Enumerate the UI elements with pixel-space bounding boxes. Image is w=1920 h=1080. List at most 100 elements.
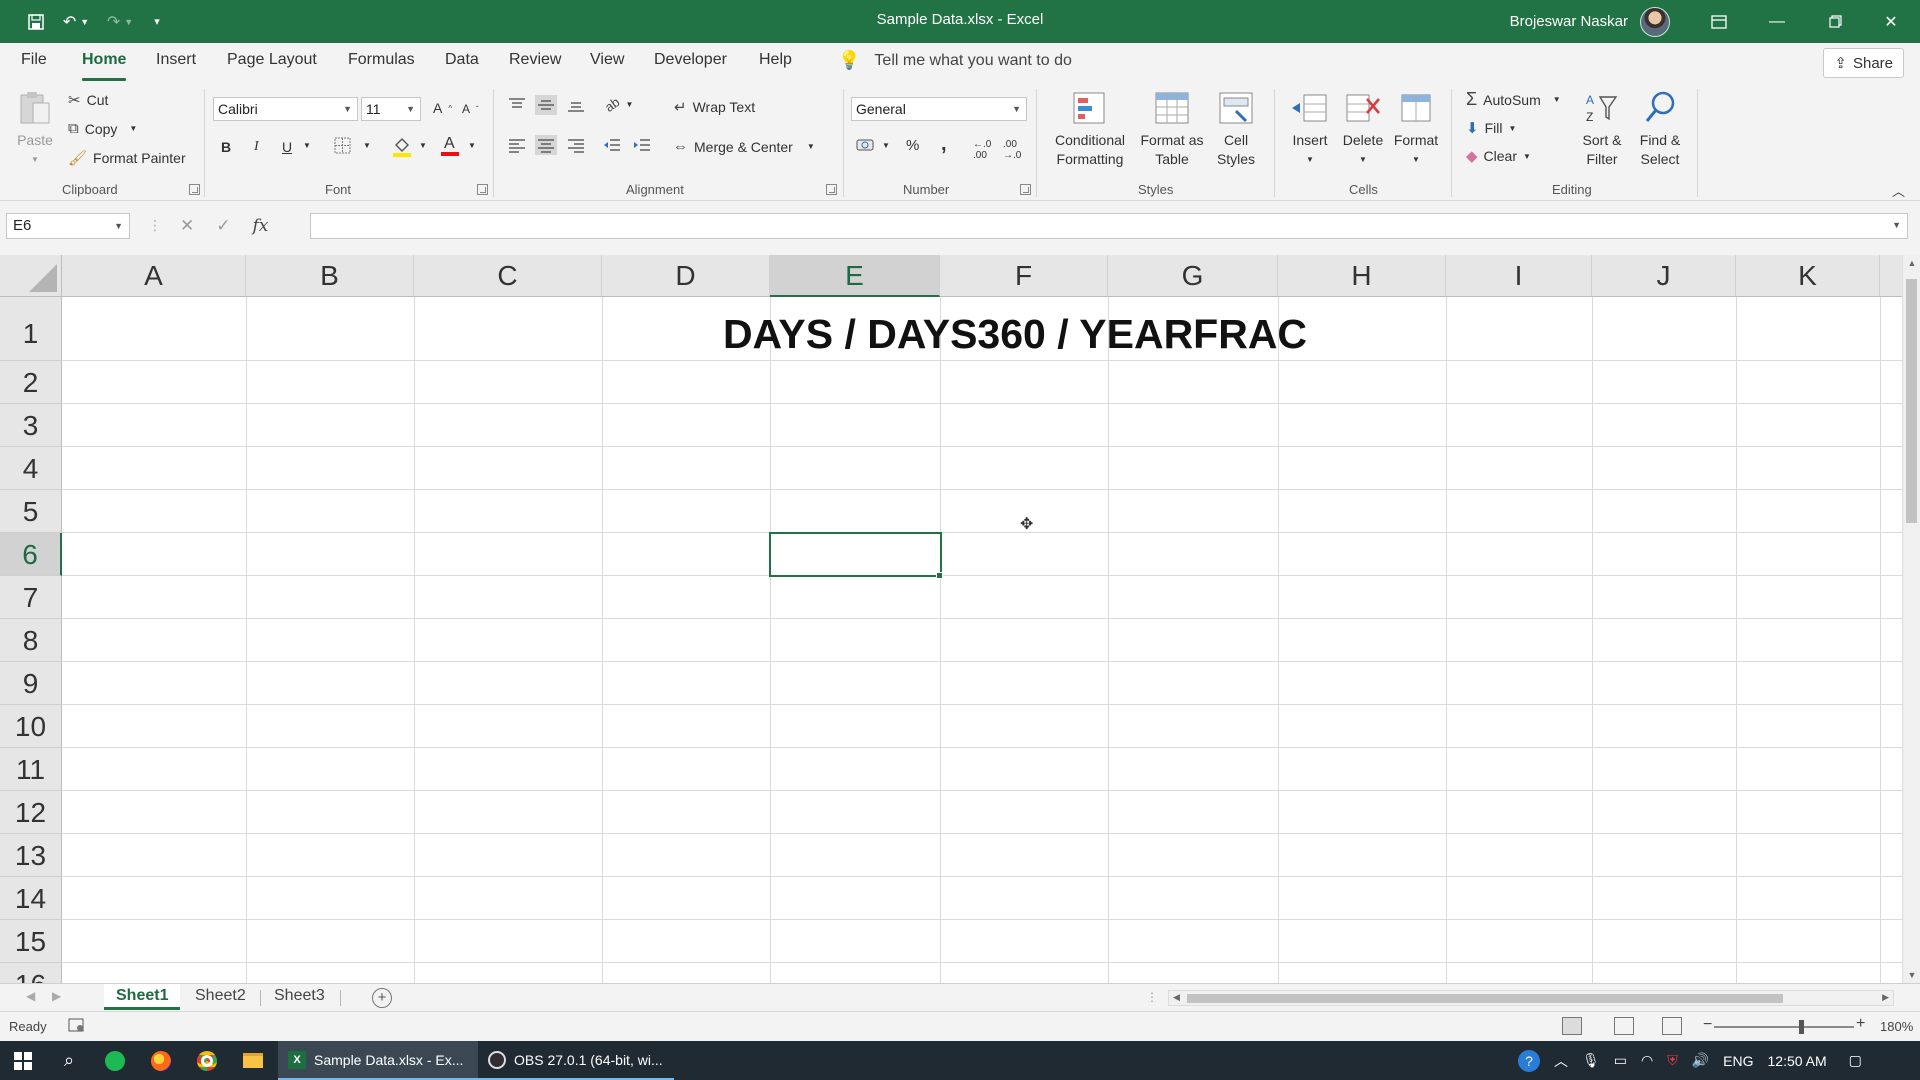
clipboard-launcher-icon[interactable]: [189, 184, 200, 195]
wifi-icon[interactable]: ◠: [1641, 1052, 1653, 1069]
increase-font-size-icon[interactable]: A ^: [433, 100, 452, 116]
prev-sheet-icon[interactable]: ◀: [26, 989, 35, 1003]
next-sheet-icon[interactable]: ▶: [52, 989, 61, 1003]
font-size-dropdown[interactable]: 11 ▼: [361, 97, 421, 121]
delete-cells-button[interactable]: Delete ▼: [1340, 89, 1386, 169]
chrome-icon[interactable]: [184, 1041, 230, 1080]
sheet-tab[interactable]: Sheet1: [104, 984, 181, 1010]
microphone-icon[interactable]: 🎙: [1582, 1052, 1600, 1069]
row-header[interactable]: 8: [0, 619, 62, 662]
select-all-button[interactable]: [0, 255, 62, 297]
conditional-formatting-button[interactable]: Conditional Formatting: [1044, 89, 1136, 169]
undo-icon[interactable]: ↶ ▼: [54, 0, 98, 43]
orientation-icon[interactable]: ab ▼: [602, 94, 633, 115]
scroll-down-icon[interactable]: ▼: [1903, 970, 1920, 980]
tab-developer[interactable]: Developer: [654, 51, 727, 77]
fill-color-icon[interactable]: [392, 135, 412, 157]
row-header[interactable]: 16: [0, 963, 62, 983]
collapse-ribbon-icon[interactable]: ︿: [1892, 181, 1905, 200]
tab-insert[interactable]: Insert: [156, 51, 196, 77]
restore-icon[interactable]: [1806, 0, 1864, 43]
font-launcher-icon[interactable]: [477, 184, 488, 195]
search-icon[interactable]: ⌕: [46, 1041, 92, 1080]
windows-start-icon[interactable]: [0, 1041, 46, 1080]
file-explorer-icon[interactable]: [230, 1041, 276, 1080]
row-header[interactable]: 12: [0, 791, 62, 834]
customize-quick-access-icon[interactable]: ▾: [142, 0, 172, 43]
row-header[interactable]: 2: [0, 361, 62, 404]
help-icon[interactable]: ?: [1518, 1049, 1540, 1072]
vertical-scrollbar[interactable]: ▲ ▼: [1902, 255, 1920, 983]
align-right-icon[interactable]: [567, 137, 585, 153]
zoom-slider-knob[interactable]: [1799, 1020, 1804, 1034]
column-header[interactable]: J: [1592, 255, 1736, 297]
row-header[interactable]: 4: [0, 447, 62, 490]
bold-button[interactable]: B: [221, 139, 231, 155]
scroll-thumb[interactable]: [1906, 279, 1917, 523]
ribbon-display-options-icon[interactable]: [1690, 0, 1748, 43]
share-button[interactable]: ⇪ Share: [1823, 48, 1904, 78]
row-header[interactable]: 15: [0, 920, 62, 963]
underline-button[interactable]: U: [282, 139, 292, 155]
enter-entry-button[interactable]: ✓: [216, 216, 230, 236]
firefox-icon[interactable]: [138, 1041, 184, 1080]
active-cell[interactable]: [769, 532, 942, 577]
tab-help[interactable]: Help: [759, 51, 792, 77]
column-header[interactable]: A: [62, 255, 246, 297]
macro-recording-icon[interactable]: [68, 1017, 86, 1036]
shield-icon[interactable]: ⛨: [1667, 1052, 1678, 1069]
tab-home[interactable]: Home: [82, 51, 127, 81]
spreadsheet-grid[interactable]: A B C D E F G H I J K 1 2 3 4 5 6 7 8 9 …: [0, 255, 1902, 983]
format-cells-button[interactable]: Format ▼: [1390, 89, 1442, 169]
percent-style-button[interactable]: %: [906, 137, 919, 154]
scroll-thumb[interactable]: [1187, 994, 1783, 1003]
sort-filter-button[interactable]: AZ Sort & Filter: [1576, 89, 1628, 169]
fill-handle[interactable]: [936, 572, 943, 579]
row-header[interactable]: 3: [0, 404, 62, 447]
autosum-button[interactable]: Σ AutoSum ▼: [1466, 89, 1561, 110]
number-launcher-icon[interactable]: [1020, 184, 1031, 195]
align-bottom-icon[interactable]: [567, 97, 585, 113]
tab-formulas[interactable]: Formulas: [348, 51, 415, 77]
font-name-dropdown[interactable]: Calibri ▼: [213, 97, 358, 121]
redo-icon[interactable]: ↷ ▼: [98, 0, 142, 43]
decrease-indent-icon[interactable]: [603, 137, 621, 153]
accounting-format-icon[interactable]: ▼: [856, 137, 890, 153]
align-middle-icon[interactable]: [535, 95, 557, 115]
add-sheet-icon[interactable]: +: [372, 988, 392, 1008]
minimize-icon[interactable]: —: [1748, 0, 1806, 43]
zoom-in-icon[interactable]: +: [1856, 1015, 1865, 1033]
row-header[interactable]: 10: [0, 705, 62, 748]
row-header[interactable]: 5: [0, 490, 62, 533]
column-header-selected[interactable]: E: [770, 255, 940, 297]
close-icon[interactable]: ✕: [1862, 0, 1920, 43]
row-header[interactable]: 9: [0, 662, 62, 705]
cell-styles-button[interactable]: Cell Styles: [1206, 89, 1266, 169]
alignment-launcher-icon[interactable]: [826, 184, 837, 195]
language-indicator[interactable]: ENG: [1723, 1053, 1753, 1069]
page-break-view-icon[interactable]: [1662, 1017, 1682, 1035]
insert-cells-button[interactable]: Insert ▼: [1288, 89, 1332, 169]
copy-button[interactable]: ⧉ Copy ▼: [68, 120, 137, 137]
row-header[interactable]: 14: [0, 877, 62, 920]
tab-review[interactable]: Review: [509, 51, 561, 77]
spotify-icon[interactable]: [92, 1041, 138, 1080]
notifications-icon[interactable]: ▢: [1849, 1052, 1862, 1069]
tab-file[interactable]: File: [21, 51, 47, 77]
comma-style-button[interactable]: ,: [941, 133, 947, 156]
clear-button[interactable]: ◆ Clear ▼: [1466, 147, 1531, 165]
zoom-level[interactable]: 180%: [1880, 1019, 1913, 1034]
show-hidden-icons-icon[interactable]: ︿: [1554, 1051, 1568, 1071]
sheet-tab[interactable]: Sheet2: [183, 984, 258, 1010]
find-select-button[interactable]: Find & Select: [1632, 89, 1688, 169]
taskbar-app-excel[interactable]: X Sample Data.xlsx - Ex...: [278, 1041, 478, 1080]
column-header[interactable]: I: [1446, 255, 1592, 297]
chevron-down-icon[interactable]: ▼: [419, 141, 427, 150]
column-header[interactable]: C: [414, 255, 602, 297]
scroll-left-icon[interactable]: ◀: [1173, 992, 1180, 1003]
volume-icon[interactable]: 🔊: [1692, 1052, 1709, 1069]
borders-icon[interactable]: [334, 137, 351, 154]
column-header[interactable]: B: [246, 255, 414, 297]
tab-view[interactable]: View: [590, 51, 624, 77]
scroll-up-icon[interactable]: ▲: [1903, 258, 1920, 268]
